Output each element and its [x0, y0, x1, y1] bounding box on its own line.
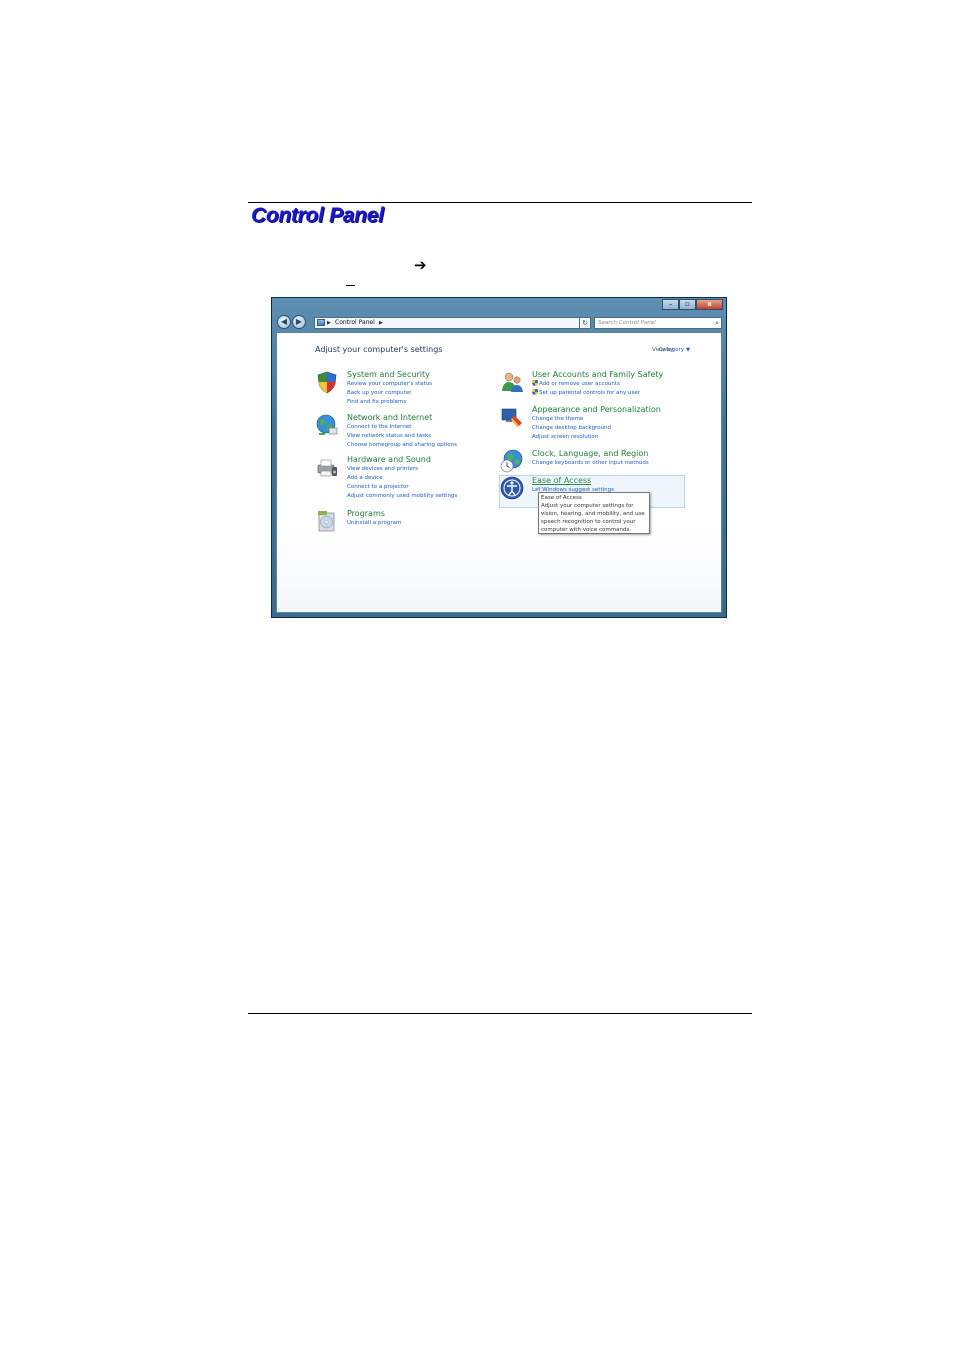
link-keyboards-input[interactable]: Change keyboards or other input methods	[532, 459, 649, 468]
link-add-remove-users[interactable]: Add or remove user accounts	[532, 380, 663, 389]
clock-globe-icon	[500, 449, 523, 473]
programs-disc-icon	[318, 511, 335, 532]
content-area: Adjust your computer's settings View by:…	[276, 332, 722, 613]
control-panel-icon	[317, 319, 325, 326]
right-arrow-icon: ➔	[414, 256, 427, 274]
link-desktop-background[interactable]: Change desktop background	[532, 424, 661, 433]
link-review-status[interactable]: Review your computer's status	[347, 380, 432, 389]
forward-button[interactable]: ▶	[292, 315, 306, 329]
link-screen-resolution[interactable]: Adjust screen resolution	[532, 433, 661, 442]
users-icon	[502, 372, 523, 392]
underline-mark	[346, 285, 355, 286]
tooltip-body: Adjust your computer settings for vision…	[541, 503, 645, 533]
chevron-right-icon[interactable]: ▶	[379, 318, 383, 328]
ease-of-access-icon	[500, 476, 524, 500]
control-panel-window: – ▫ x ◀ ▶ ▶ Control Panel ▶ ▼ ↻ Search C…	[271, 297, 727, 618]
address-bar[interactable]: ▶ Control Panel ▶ ▼	[314, 317, 588, 329]
tooltip-title: Ease of Access	[541, 495, 582, 501]
refresh-icon: ↻	[582, 319, 588, 327]
content-heading: Adjust your computer's settings	[315, 345, 443, 354]
link-connect-internet[interactable]: Connect to the Internet	[347, 423, 457, 432]
category-title-hardware-sound[interactable]: Hardware and Sound	[347, 455, 457, 465]
link-devices-printers[interactable]: View devices and printers	[347, 465, 457, 474]
link-homegroup[interactable]: Choose homegroup and sharing options	[347, 441, 457, 450]
caption-buttons: – ▫ x	[662, 299, 723, 310]
category-title-system-security[interactable]: System and Security	[347, 370, 432, 380]
link-add-device[interactable]: Add a device	[347, 474, 457, 483]
navigation-buttons: ◀ ▶	[277, 315, 307, 329]
shield-icon	[532, 389, 538, 395]
link-back-up[interactable]: Back up your computer	[347, 389, 432, 398]
category-title-user-accounts[interactable]: User Accounts and Family Safety	[532, 370, 663, 380]
category-title-ease-of-access[interactable]: Ease of Access	[532, 476, 614, 486]
chevron-right-icon[interactable]: ▶	[327, 318, 331, 328]
link-parental-controls[interactable]: Set up parental controls for any user	[532, 389, 663, 398]
chevron-down-icon[interactable]: ▼	[686, 347, 690, 353]
page-title: Control Panel	[251, 204, 384, 227]
paint-monitor-icon	[501, 408, 522, 427]
bottom-rule	[248, 1013, 752, 1014]
search-placeholder: Search Control Panel	[598, 320, 656, 326]
close-button[interactable]: x	[696, 299, 723, 310]
category-title-network-internet[interactable]: Network and Internet	[347, 413, 457, 423]
back-button[interactable]: ◀	[277, 315, 291, 329]
ease-of-access-tooltip: Ease of Access Adjust your computer sett…	[538, 492, 650, 534]
link-change-theme[interactable]: Change the theme	[532, 415, 661, 424]
link-uninstall[interactable]: Uninstall a program	[347, 519, 401, 528]
category-title-programs[interactable]: Programs	[347, 509, 401, 519]
minimize-button[interactable]: –	[662, 299, 679, 310]
search-icon[interactable]: ⌕	[715, 318, 719, 328]
breadcrumb-control-panel[interactable]: Control Panel	[335, 318, 375, 328]
link-mobility-settings[interactable]: Adjust commonly used mobility settings	[347, 492, 457, 501]
maximize-button[interactable]: ▫	[679, 299, 696, 310]
shield-icon	[317, 371, 337, 394]
view-by-dropdown[interactable]: Category	[659, 347, 684, 353]
link-find-fix[interactable]: Find and fix problems	[347, 398, 432, 407]
network-globe-icon	[316, 414, 338, 435]
category-title-clock-language[interactable]: Clock, Language, and Region	[532, 449, 649, 459]
category-title-appearance[interactable]: Appearance and Personalization	[532, 405, 661, 415]
printer-speaker-icon	[317, 459, 337, 477]
link-network-status[interactable]: View network status and tasks	[347, 432, 457, 441]
link-projector[interactable]: Connect to a projector	[347, 483, 457, 492]
search-input[interactable]: Search Control Panel ⌕	[594, 317, 722, 329]
link-add-remove-users-text: Add or remove user accounts	[539, 381, 620, 387]
top-rule	[248, 202, 752, 203]
shield-icon	[532, 380, 538, 386]
link-parental-controls-text: Set up parental controls for any user	[539, 390, 641, 396]
refresh-button[interactable]: ↻	[579, 317, 591, 329]
